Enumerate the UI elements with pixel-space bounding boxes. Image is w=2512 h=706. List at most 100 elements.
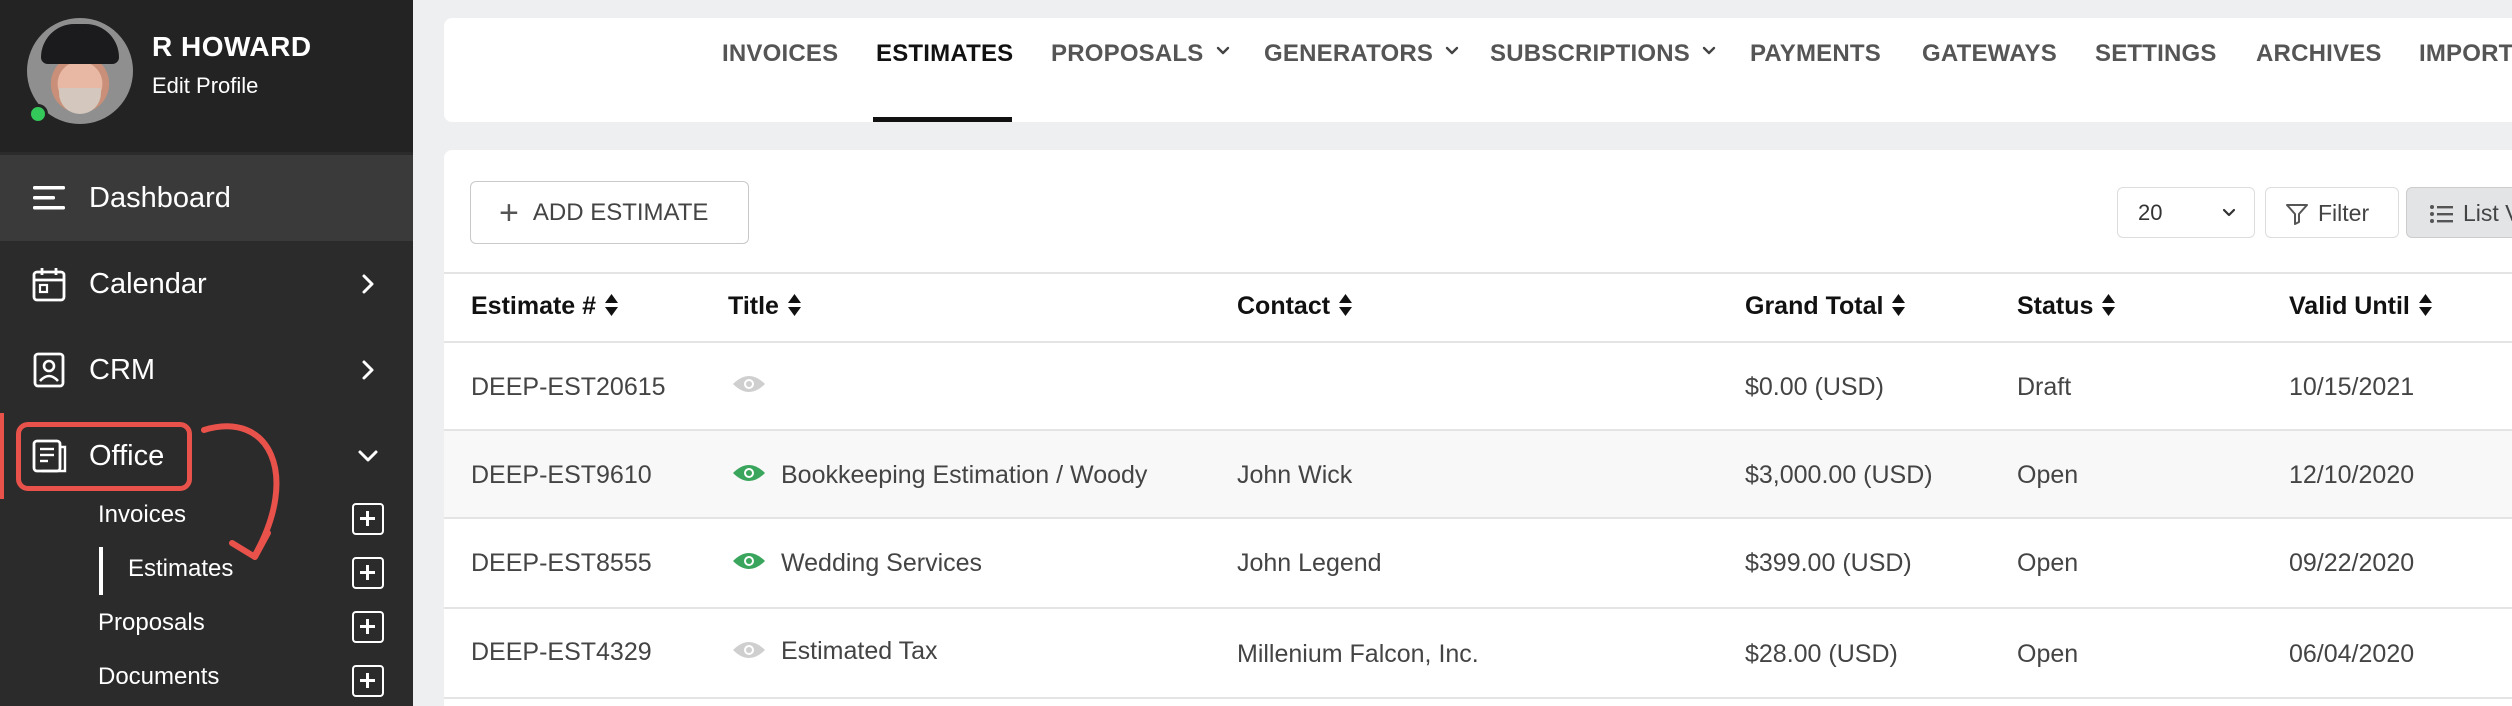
sort-icon: [2418, 294, 2432, 316]
column-header-estimate-number[interactable]: Estimate #: [471, 292, 619, 321]
filter-label: Filter: [2318, 200, 2370, 226]
column-header-label: Status: [2017, 292, 2094, 320]
tab-subscriptions[interactable]: SUBSCRIPTIONS: [1490, 40, 1716, 68]
tab-proposals[interactable]: PROPOSALS: [1051, 40, 1230, 68]
column-header-label: Estimate #: [471, 292, 597, 320]
column-header-label: Contact: [1237, 292, 1331, 320]
list-icon: [2430, 205, 2453, 223]
estimate-total: $0.00 (USD): [1745, 373, 1884, 401]
tab-label: SUBSCRIPTIONS: [1490, 40, 1690, 67]
column-header-grand-total[interactable]: Grand Total: [1745, 292, 1906, 321]
sidebar-item-dashboard[interactable]: Dashboard: [0, 155, 413, 241]
add-estimate-label: ADD ESTIMATE: [532, 198, 709, 226]
chevron-down-icon: [1445, 46, 1459, 55]
sidebar-item-label: Dashboard: [89, 181, 231, 214]
tab-label: PAYMENTS: [1750, 40, 1881, 67]
tab-label: INVOICES: [722, 40, 839, 67]
edit-profile-link[interactable]: Edit Profile: [152, 73, 258, 99]
sidebar-subitem-proposals[interactable]: Proposals: [98, 609, 398, 649]
table-divider: [444, 272, 2512, 274]
estimate-status: Draft: [2017, 373, 2072, 401]
sidebar-item-crm[interactable]: CRM: [0, 327, 413, 413]
add-document-icon[interactable]: [352, 665, 384, 697]
sidebar-subitem-documents[interactable]: Documents: [98, 663, 398, 703]
estimate-number[interactable]: DEEP-EST8555: [471, 549, 652, 578]
estimate-valid-until: 06/04/2020: [2289, 640, 2415, 668]
estimate-title[interactable]: Estimated Tax: [781, 637, 938, 666]
tab-import[interactable]: IMPORT: [2419, 40, 2512, 68]
sidebar-item-label: Calendar: [89, 267, 207, 300]
estimate-status: Open: [2017, 461, 2079, 489]
per-page-value: 20: [2138, 200, 2163, 225]
list-view-button[interactable]: List V: [2406, 187, 2512, 238]
eye-icon[interactable]: [732, 639, 766, 661]
chevron-down-icon: [2222, 208, 2236, 217]
chevron-down-icon: [358, 450, 378, 462]
column-header-contact[interactable]: Contact: [1237, 292, 1353, 321]
eye-icon[interactable]: [732, 550, 766, 572]
eye-icon[interactable]: [732, 462, 766, 484]
sort-icon: [787, 294, 801, 316]
estimate-status: Open: [2017, 549, 2079, 577]
sort-icon: [605, 294, 619, 316]
estimate-status: Open: [2017, 640, 2079, 668]
per-page-select[interactable]: 20: [2117, 187, 2255, 238]
sidebar-subitem-label: Proposals: [98, 609, 205, 636]
estimate-number[interactable]: DEEP-EST20615: [471, 373, 666, 402]
chevron-right-icon: [362, 360, 374, 380]
estimate-number[interactable]: DEEP-EST4329: [471, 638, 652, 667]
column-header-status[interactable]: Status: [2017, 292, 2116, 321]
tab-invoices[interactable]: INVOICES: [722, 40, 838, 68]
column-header-title[interactable]: Title: [728, 292, 802, 321]
column-header-label: Valid Until: [2289, 292, 2410, 320]
annotation-highlight-box: [16, 422, 192, 491]
plus-icon: +: [499, 193, 519, 232]
sort-icon: [1339, 294, 1353, 316]
estimate-title[interactable]: Wedding Services: [781, 549, 982, 578]
tab-payments[interactable]: PAYMENTS: [1750, 40, 1881, 68]
tab-estimates[interactable]: ESTIMATES: [876, 40, 1013, 68]
sidebar-item-label: CRM: [89, 353, 156, 386]
sidebar-item-calendar[interactable]: Calendar: [0, 241, 413, 327]
tab-label: GENERATORS: [1264, 40, 1434, 67]
estimate-valid-until: 09/22/2020: [2289, 549, 2415, 577]
add-estimate-button[interactable]: + ADD ESTIMATE: [470, 181, 749, 244]
profile-name: R HOWARD: [152, 31, 312, 62]
calendar-icon: [32, 268, 66, 302]
estimate-contact[interactable]: John Wick: [1237, 461, 1352, 490]
profile-panel: R HOWARD Edit Profile: [0, 0, 413, 152]
table-divider: [444, 697, 2512, 699]
estimate-number[interactable]: DEEP-EST9610: [471, 461, 652, 490]
estimate-contact[interactable]: Millenium Falcon, Inc.: [1237, 640, 1479, 669]
estimate-total: $399.00 (USD): [1745, 549, 1912, 577]
eye-icon[interactable]: [732, 373, 766, 395]
list-view-label: List V: [2463, 200, 2512, 226]
column-header-label: Title: [728, 292, 779, 320]
tab-gateways[interactable]: GATEWAYS: [1922, 40, 2057, 68]
tab-label: SETTINGS: [2095, 40, 2217, 67]
add-proposal-icon[interactable]: [352, 611, 384, 643]
estimate-valid-until: 10/15/2021: [2289, 373, 2415, 401]
estimate-title[interactable]: Bookkeeping Estimation / Woody: [781, 461, 1147, 490]
filter-button[interactable]: Filter: [2265, 187, 2399, 238]
estimate-contact[interactable]: John Legend: [1237, 549, 1382, 578]
add-invoice-icon[interactable]: [352, 503, 384, 535]
column-header-label: Grand Total: [1745, 292, 1884, 320]
add-estimate-icon[interactable]: [352, 557, 384, 589]
top-tab-bar: [444, 18, 2512, 122]
column-header-valid-until[interactable]: Valid Until: [2289, 292, 2433, 321]
chevron-right-icon: [362, 274, 374, 294]
tab-label: ARCHIVES: [2256, 40, 2382, 67]
menu-icon: [33, 186, 65, 210]
tab-generators[interactable]: GENERATORS: [1264, 40, 1459, 68]
sort-icon: [1892, 294, 1906, 316]
contact-card-icon: [33, 352, 65, 388]
online-status-dot: [28, 104, 48, 124]
sidebar-subitem-label: Invoices: [98, 501, 187, 528]
tab-settings[interactable]: SETTINGS: [2095, 40, 2217, 68]
estimate-valid-until: 12/10/2020: [2289, 461, 2415, 489]
chevron-down-icon: [1702, 46, 1716, 55]
tab-archives[interactable]: ARCHIVES: [2256, 40, 2382, 68]
sort-icon: [2102, 294, 2116, 316]
tab-label: IMPORT: [2419, 40, 2512, 67]
